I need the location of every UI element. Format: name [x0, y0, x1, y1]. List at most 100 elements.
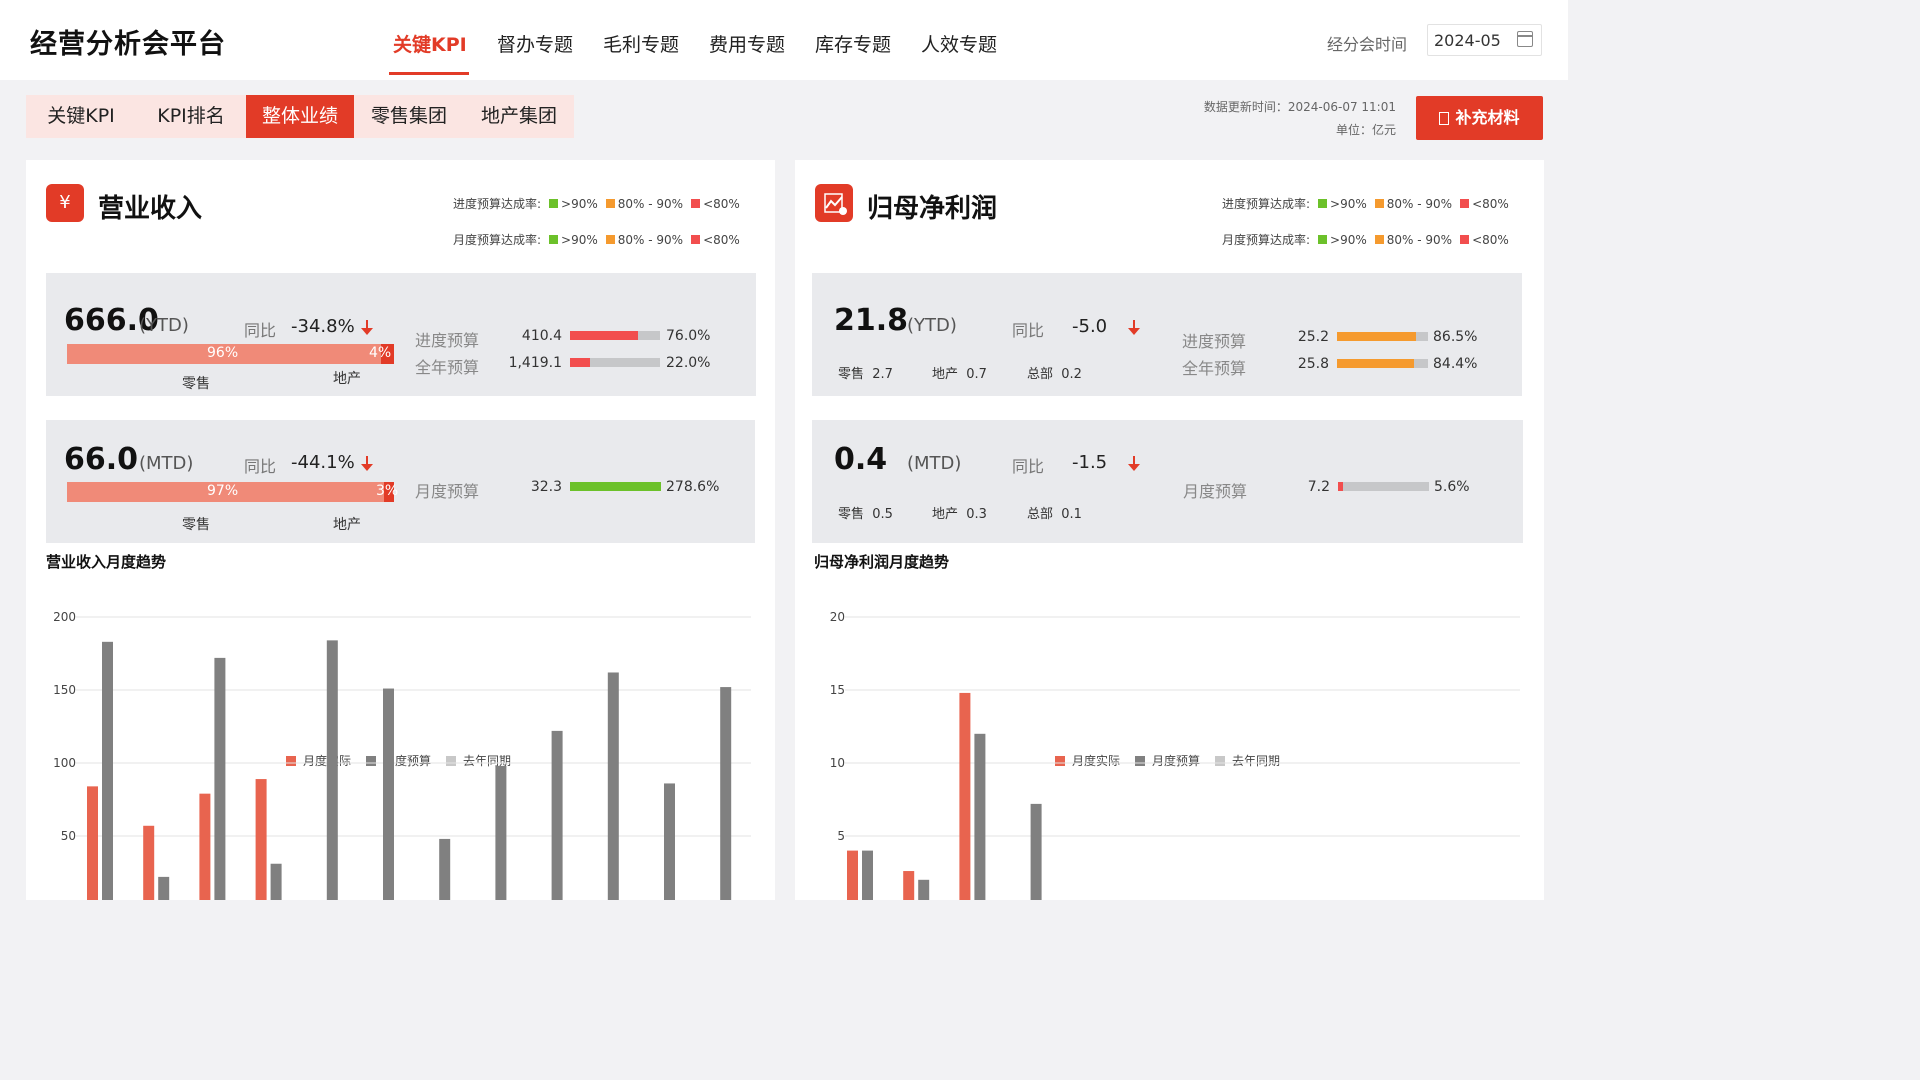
revenue-title: 营业收入 — [98, 194, 203, 224]
data-update-time: 数据更新时间：2024-06-07 11:01 — [1203, 100, 1396, 114]
profit-progress-bar — [1337, 332, 1428, 341]
profit-progress-label: 进度预算 — [1182, 332, 1247, 351]
hq-label: 总部 — [1027, 507, 1054, 522]
revenue-ytd-yoy-label: 同比 — [244, 321, 277, 340]
legend-swatch — [366, 756, 376, 766]
y-tick-label: 5 — [837, 829, 845, 843]
chart-bar — [270, 863, 282, 900]
revenue-annual-label: 全年预算 — [415, 358, 480, 377]
legend-label: 去年同期 — [1232, 754, 1280, 768]
nav-key-kpi[interactable]: 关键KPI — [393, 30, 467, 57]
estate-label: 地产 — [932, 367, 959, 382]
revenue-ytd-estate-pct: 4% — [369, 345, 392, 361]
nav-gross-profit[interactable]: 毛利专题 — [603, 30, 679, 57]
progress-legend: 进度预算达成率: >90% 80% - 90% <80% — [1222, 195, 1509, 212]
subtab-key-kpi[interactable]: 关键KPI — [26, 95, 136, 138]
y-tick-label: 10 — [830, 756, 845, 770]
legend-orange: 80% - 90% — [617, 197, 684, 211]
profit-mtd-yoy-label: 同比 — [1012, 457, 1045, 476]
profit-progress-fill — [1337, 332, 1416, 341]
subtab-kpi-ranking[interactable]: KPI排名 — [136, 95, 246, 138]
meeting-time-label: 经分会时间 — [1327, 35, 1408, 54]
revenue-progress-fill — [570, 331, 638, 340]
top-bar: 经营分析会平台 关键KPI 督办专题 毛利专题 费用专题 库存专题 人效专题 经… — [0, 0, 1568, 80]
down-arrow-icon — [361, 320, 373, 335]
revenue-progress-label: 进度预算 — [415, 331, 480, 350]
revenue-panel: ¥ 营业收入 进度预算达成率: >90% 80% - 90% <80% 月度预算达成率… — [26, 160, 775, 900]
revenue-ytd-yoy: -34.8% — [291, 316, 355, 337]
nav-supervision[interactable]: 督办专题 — [497, 30, 573, 57]
revenue-ytd-box: 666.0 (YTD) 同比 -34.8% 96% 4% 零售 地产 进度预算 … — [46, 273, 756, 396]
progress-legend-label: 进度预算达成率: — [453, 197, 542, 211]
revenue-mtd-retail-pct: 97% — [207, 483, 239, 499]
monthly-legend: 月度预算达成率: >90% 80% - 90% <80% — [1222, 231, 1509, 248]
nav-inventory[interactable]: 库存专题 — [815, 30, 891, 57]
supplement-button-label: 补充材料 — [1455, 108, 1520, 127]
profit-annual-value: 25.8 — [1297, 356, 1329, 372]
progress-legend-label: 进度预算达成率: — [1222, 197, 1311, 211]
legend-orange: 80% - 90% — [1386, 197, 1453, 211]
revenue-mtd-yoy: -44.1% — [291, 452, 355, 473]
legend-red: <80% — [703, 197, 740, 211]
retail-label: 零售 — [838, 367, 865, 382]
meeting-date-picker[interactable]: 2024-05 — [1427, 24, 1542, 56]
profit-chart-icon — [815, 184, 853, 222]
y-tick-label: 15 — [830, 683, 845, 697]
chart-bar — [255, 779, 267, 900]
nav-efficiency[interactable]: 人效专题 — [921, 30, 997, 57]
profit-ytd-hq: 总部 0.2 — [1027, 363, 1082, 382]
legend-swatch — [1135, 756, 1145, 766]
subtab-retail[interactable]: 零售集团 — [354, 95, 464, 138]
nav-expense[interactable]: 费用专题 — [709, 30, 785, 57]
revenue-mtd-value: 66.0 — [64, 442, 139, 477]
legend-green: >90% — [1330, 233, 1367, 247]
legend-swatch — [1055, 756, 1065, 766]
legend-label: 月度预算 — [1152, 753, 1200, 768]
unit-label: 单位：亿元 — [1335, 123, 1396, 137]
chart-bar — [551, 730, 563, 900]
legend-red: <80% — [1472, 197, 1509, 211]
profit-ytd-yoy: -5.0 — [1072, 316, 1108, 337]
yuan-icon: ¥ — [46, 184, 84, 222]
chart-bar — [664, 783, 675, 900]
estate-value: 0.3 — [966, 507, 987, 522]
profit-annual-label: 全年预算 — [1182, 359, 1247, 378]
chart-bar — [607, 672, 619, 900]
profit-monthly-pct: 5.6% — [1434, 479, 1470, 495]
subtab-estate[interactable]: 地产集团 — [464, 95, 574, 138]
revenue-monthly-fill — [570, 482, 661, 491]
progress-legend: 进度预算达成率: >90% 80% - 90% <80% — [453, 195, 740, 212]
meeting-date-value: 2024-05 — [1434, 31, 1501, 50]
profit-chart-title: 归母净利润月度趋势 — [814, 553, 950, 571]
chart-bar — [143, 825, 155, 900]
profit-ytd-yoy-label: 同比 — [1012, 321, 1045, 340]
legend-red: <80% — [703, 233, 740, 247]
y-tick-label: 200 — [53, 610, 76, 624]
legend-label: 去年同期 — [463, 754, 511, 768]
calendar-icon[interactable] — [1517, 31, 1533, 47]
profit-progress-value: 25.2 — [1297, 329, 1329, 345]
revenue-mtd-estate-label: 地产 — [333, 517, 361, 533]
supplement-button[interactable]: 补充材料 — [1416, 96, 1543, 140]
profit-title: 归母净利润 — [867, 194, 998, 224]
estate-label: 地产 — [932, 507, 959, 522]
revenue-mtd-box: 66.0 (MTD) 同比 -44.1% 97% 3% 零售 地产 月度预算 3… — [46, 420, 755, 543]
revenue-monthly-value: 32.3 — [530, 479, 562, 495]
subtab-overall[interactable]: 整体业绩 — [246, 95, 354, 138]
chart-bar — [87, 786, 98, 900]
document-icon — [1439, 112, 1450, 125]
revenue-monthly-pct: 278.6% — [666, 479, 720, 495]
retail-value: 2.7 — [872, 367, 893, 382]
retail-value: 0.5 — [872, 507, 893, 522]
revenue-progress-value: 410.4 — [521, 328, 562, 344]
legend-swatch — [1215, 756, 1225, 766]
profit-progress-pct: 86.5% — [1433, 329, 1478, 345]
revenue-ytd-tag: (YTD) — [139, 315, 189, 336]
legend-swatch — [286, 756, 296, 766]
y-tick-label: 100 — [53, 756, 76, 770]
estate-value: 0.7 — [966, 367, 987, 382]
chart-bar — [903, 871, 915, 900]
profit-mtd-hq: 总部 0.1 — [1027, 503, 1082, 522]
monthly-legend: 月度预算达成率: >90% 80% - 90% <80% — [453, 231, 740, 248]
chart-bar — [959, 692, 971, 900]
